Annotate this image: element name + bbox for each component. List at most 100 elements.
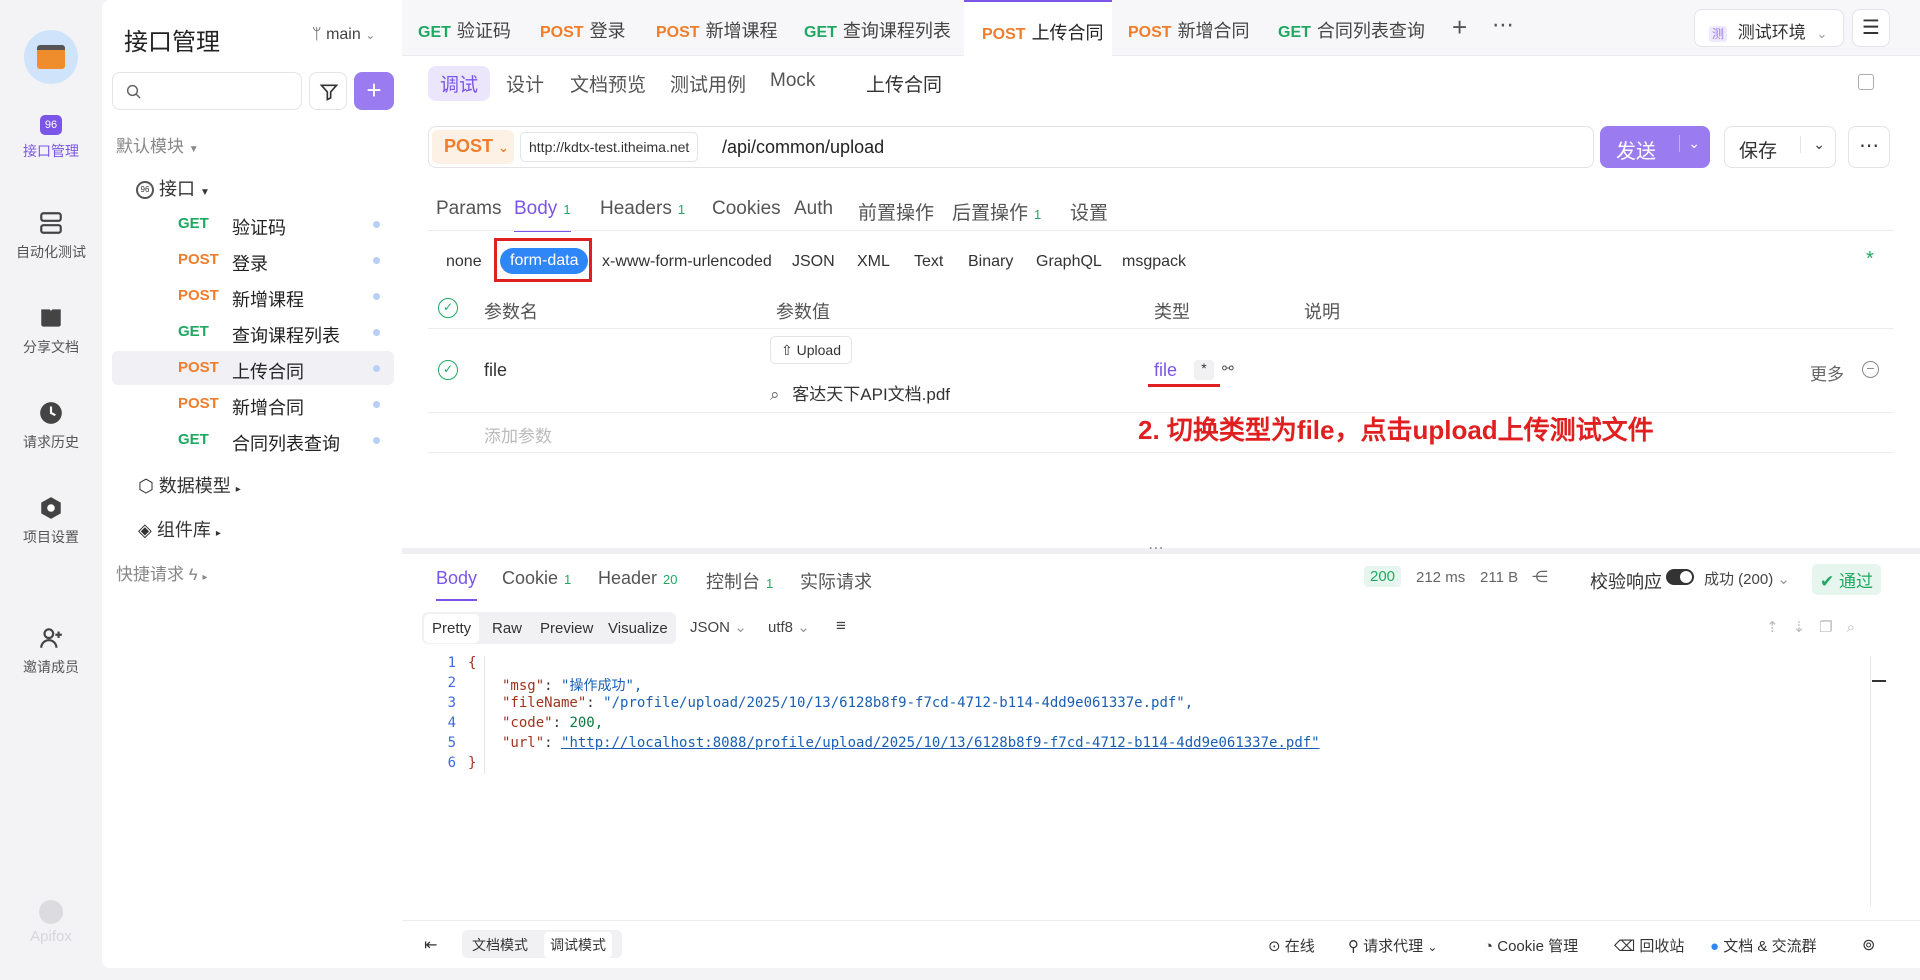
rail-item-invite[interactable]: 邀请成员 xyxy=(0,625,102,677)
response-tab-header[interactable]: Header 20 xyxy=(598,568,678,589)
save-button[interactable]: 保存 ⌄ xyxy=(1724,126,1836,168)
param-name[interactable]: file xyxy=(484,360,507,381)
share-icon[interactable]: ⋲ xyxy=(1532,567,1548,587)
wrap-icon[interactable]: ≡ xyxy=(836,616,846,636)
upload-circle-icon[interactable]: ⇡ xyxy=(1766,619,1793,636)
rail-item-history[interactable]: 请求历史 xyxy=(0,400,102,452)
validate-result-selector[interactable]: 成功 (200) ⌄ xyxy=(1704,568,1790,589)
subtab-debug[interactable]: 调试 xyxy=(428,66,491,101)
view-pretty[interactable]: Pretty xyxy=(424,614,480,643)
filter-button[interactable] xyxy=(309,72,347,110)
view-preview[interactable]: Preview xyxy=(540,620,593,637)
rail-item-api[interactable]: 96 接口管理 xyxy=(0,115,102,161)
sidebar-endpoint-selected[interactable]: POST 上传合同 xyxy=(112,351,394,385)
body-type-none[interactable]: none xyxy=(446,253,482,271)
sidebar-endpoint[interactable]: GET 查询课程列表 xyxy=(112,315,394,349)
remove-param-icon[interactable]: − xyxy=(1862,361,1879,378)
sidebar-endpoint[interactable]: POST 登录 xyxy=(112,243,394,277)
collapse-sidebar-icon[interactable]: ⇤ xyxy=(424,935,437,955)
upload-button[interactable]: ⇧ Upload xyxy=(770,336,852,364)
drag-handle-icon[interactable]: ⋯ xyxy=(1148,538,1164,558)
validate-toggle[interactable] xyxy=(1666,569,1694,585)
request-tab[interactable]: POST 登录 xyxy=(540,0,626,56)
help-icon[interactable]: ⊚ xyxy=(1862,935,1875,955)
branch-selector[interactable]: ᛘ main ⌄ xyxy=(312,26,375,44)
encoding-selector[interactable]: utf8 ⌄ xyxy=(768,618,810,636)
tab-params[interactable]: Params xyxy=(436,198,501,220)
url-link[interactable]: "http://localhost:8088/profile/upload/20… xyxy=(561,735,1320,751)
tab-settings[interactable]: 设置 xyxy=(1070,198,1108,225)
tab-body[interactable]: Body 1 xyxy=(514,198,571,232)
sidebar-data-models[interactable]: ⬡ 数据模型 ▸ xyxy=(138,472,241,498)
rail-item-automation[interactable]: 自动化测试 xyxy=(0,210,102,262)
uploaded-file[interactable]: ⌕ 客达天下API文档.pdf xyxy=(770,380,950,405)
default-module-header[interactable]: 默认模块 ▼ xyxy=(116,132,199,157)
rail-item-project-settings[interactable]: 项目设置 xyxy=(0,495,102,547)
proxy-selector[interactable]: ⚲ 请求代理 ⌄ xyxy=(1348,935,1437,956)
request-tab[interactable]: GET 验证码 xyxy=(418,0,511,56)
sidebar-endpoint[interactable]: POST 新增课程 xyxy=(112,279,394,313)
copy-icon[interactable]: ❐ xyxy=(1819,619,1846,636)
folder-api[interactable]: 96 接口 ▼ xyxy=(136,175,210,201)
request-tab[interactable]: POST 新增课程 xyxy=(656,0,778,56)
path-input[interactable]: /api/common/upload xyxy=(722,137,884,158)
sidebar-endpoint[interactable]: GET 验证码 xyxy=(112,207,394,241)
cookie-manager[interactable]: ◔ Cookie 管理 xyxy=(1484,935,1578,956)
subtab-mock[interactable]: Mock xyxy=(770,70,815,92)
search-icon[interactable]: ⌕ xyxy=(1847,619,1869,636)
more-button[interactable]: 更多 xyxy=(1810,360,1844,385)
environment-selector[interactable]: 测 测试环境 ⌄ xyxy=(1694,9,1844,47)
sidebar-endpoint[interactable]: POST 新增合同 xyxy=(112,387,394,421)
download-icon[interactable]: ⇣ xyxy=(1793,619,1820,636)
tab-pre-ops[interactable]: 前置操作 xyxy=(858,198,934,225)
format-selector[interactable]: JSON ⌄ xyxy=(690,618,747,636)
request-tab[interactable]: POST 新增合同 xyxy=(1128,0,1250,56)
scrollbar-track[interactable] xyxy=(1870,656,1871,906)
search-input[interactable] xyxy=(112,72,302,110)
body-type-urlencoded[interactable]: x-www-form-urlencoded xyxy=(602,253,772,271)
sidebar-quick-requests[interactable]: 快捷请求 ϟ ▸ xyxy=(116,560,208,585)
base-url-chip[interactable]: http://kdtx-test.itheima.net xyxy=(520,132,699,162)
body-type-json[interactable]: JSON xyxy=(792,253,835,271)
tab-auth[interactable]: Auth xyxy=(794,198,833,220)
method-selector[interactable]: POST ⌄ xyxy=(432,130,514,164)
body-type-form-data[interactable]: form-data xyxy=(500,248,589,274)
body-type-graphql[interactable]: GraphQL xyxy=(1036,253,1102,271)
rail-item-share-docs[interactable]: 分享文档 xyxy=(0,305,102,357)
response-tab-actual[interactable]: 实际请求 xyxy=(800,568,872,594)
sidebar-endpoint[interactable]: GET 合同列表查询 xyxy=(112,423,394,457)
more-actions-button[interactable]: ⋯ xyxy=(1848,126,1890,168)
sidebar-components[interactable]: ◈ 组件库 ▸ xyxy=(138,516,221,542)
doc-mode-button[interactable]: 文档模式 xyxy=(472,935,528,955)
request-tab-active[interactable]: POST 上传合同 xyxy=(964,0,1112,56)
request-tab[interactable]: GET 查询课程列表 xyxy=(804,0,951,56)
app-logo[interactable] xyxy=(24,30,78,84)
request-tab[interactable]: GET 合同列表查询 xyxy=(1278,0,1425,56)
param-row-checkbox[interactable]: ✓ xyxy=(438,360,458,380)
response-tab-body[interactable]: Body xyxy=(436,568,478,601)
subtab-cases[interactable]: 测试用例 xyxy=(670,70,746,97)
add-button[interactable]: + xyxy=(354,72,394,110)
view-visualize[interactable]: Visualize xyxy=(608,620,668,637)
param-type-selector[interactable]: file xyxy=(1154,360,1177,381)
body-type-text[interactable]: Text xyxy=(914,253,943,271)
view-raw[interactable]: Raw xyxy=(492,620,522,637)
body-type-binary[interactable]: Binary xyxy=(968,253,1013,271)
tab-post-ops[interactable]: 后置操作 1 xyxy=(952,198,1041,225)
tab-cookies[interactable]: Cookies xyxy=(712,198,781,220)
trash-bin[interactable]: ⌫ 回收站 xyxy=(1614,935,1684,956)
response-tab-cookie[interactable]: Cookie 1 xyxy=(502,568,571,589)
subtab-design[interactable]: 设计 xyxy=(506,70,544,97)
tab-headers[interactable]: Headers 1 xyxy=(600,198,685,220)
community-link[interactable]: ● 文档 & 交流群 xyxy=(1710,935,1817,956)
panel-toggle-icon[interactable] xyxy=(1858,74,1874,90)
response-tab-console[interactable]: 控制台 1 xyxy=(706,568,773,594)
debug-mode-button[interactable]: 调试模式 xyxy=(544,932,612,958)
send-button[interactable]: 发送 ⌄ xyxy=(1600,126,1710,168)
check-all-checkbox[interactable]: ✓ xyxy=(438,298,458,318)
new-tab-button[interactable]: + xyxy=(1452,12,1467,43)
body-type-msgpack[interactable]: msgpack xyxy=(1122,253,1186,271)
body-type-xml[interactable]: XML xyxy=(857,253,890,271)
subtab-docs[interactable]: 文档预览 xyxy=(570,70,646,97)
link-icon[interactable]: ⚯ xyxy=(1222,360,1234,377)
